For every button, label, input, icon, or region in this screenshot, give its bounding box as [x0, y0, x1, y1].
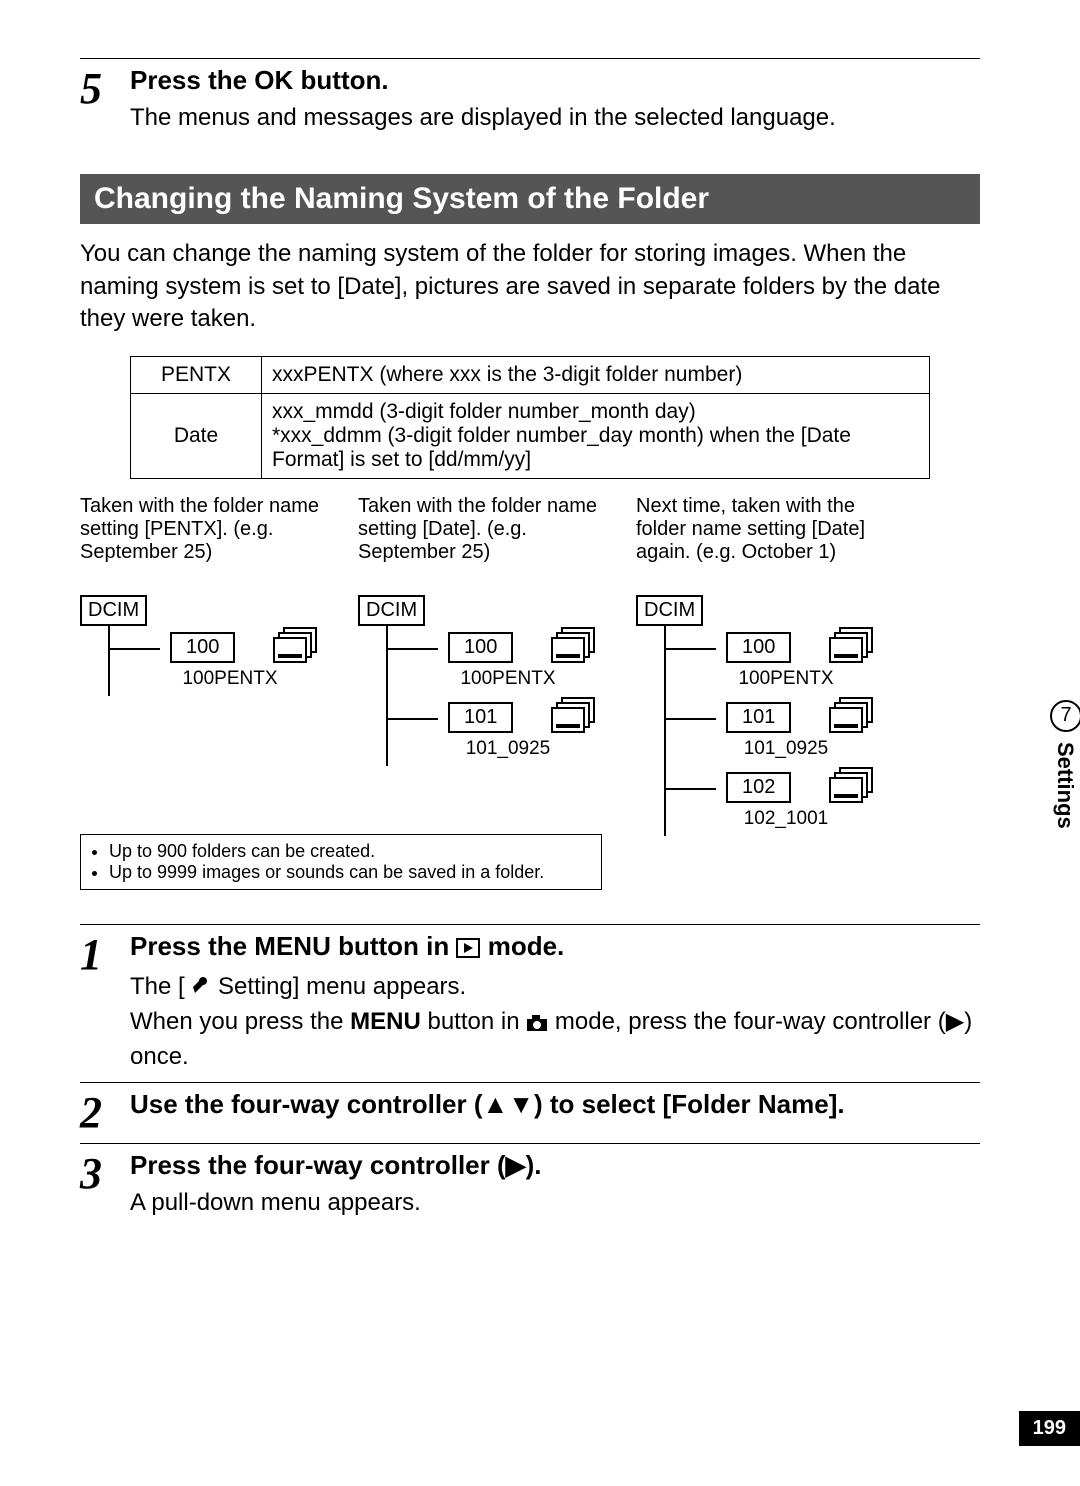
diagram-caption: Taken with the folder name setting [Date… — [358, 495, 618, 585]
step-1-desc: The [ Setting] menu appears. When you pr… — [130, 971, 980, 1074]
image-stack-icon — [548, 696, 598, 738]
step-number: 3 — [80, 1150, 130, 1196]
image-stack-icon — [826, 696, 876, 738]
diagram-col-1: Taken with the folder name setting [PENT… — [80, 495, 340, 836]
step-3-desc: A pull-down menu appears. — [130, 1187, 980, 1219]
folder-name-label: 100PENTX — [706, 668, 866, 690]
folder-number-box: 101 — [448, 702, 513, 733]
diagram-col-2: Taken with the folder name setting [Date… — [358, 495, 618, 836]
folder-number-box: 102 — [726, 772, 791, 803]
chapter-label: Settings — [1052, 742, 1078, 829]
naming-table: PENTX xxxPENTX (where xxx is the 3-digit… — [130, 356, 930, 479]
image-stack-icon — [548, 626, 598, 668]
folder-row: 102 102_1001 — [666, 766, 896, 836]
folder-row: 100 100PENTX — [110, 626, 340, 696]
dcim-box: DCIM — [358, 595, 425, 626]
diagram-caption: Next time, taken with the folder name se… — [636, 495, 896, 585]
dcim-box: DCIM — [80, 595, 147, 626]
folder-number-box: 101 — [726, 702, 791, 733]
table-cell-key: PENTX — [131, 356, 262, 393]
folder-number-box: 100 — [170, 632, 235, 663]
step-5: 5 Press the OK button. The menus and mes… — [80, 65, 980, 134]
image-stack-icon — [826, 626, 876, 668]
step-number: 1 — [80, 931, 130, 977]
page-number: 199 — [1019, 1411, 1080, 1446]
step-1: 1 Press the MENU button in mode. The [ S… — [80, 931, 980, 1074]
step-5-desc: The menus and messages are displayed in … — [130, 102, 980, 134]
side-tab: 7 Settings — [1050, 700, 1080, 829]
step-number: 2 — [80, 1089, 130, 1135]
image-stack-icon — [270, 626, 320, 668]
folder-name-label: 101_0925 — [706, 738, 866, 760]
section-heading: Changing the Naming System of the Folder — [80, 174, 980, 224]
table-cell-key: Date — [131, 393, 262, 478]
wrench-icon — [191, 974, 211, 1006]
step-1-title: Press the MENU button in mode. — [130, 931, 980, 965]
step-2: 2 Use the four-way controller (▲▼) to se… — [80, 1089, 980, 1135]
folder-name-label: 100PENTX — [428, 668, 588, 690]
note-item: Up to 9999 images or sounds can be saved… — [109, 862, 591, 883]
diagram-col-3: Next time, taken with the folder name se… — [636, 495, 896, 836]
dcim-box: DCIM — [636, 595, 703, 626]
image-stack-icon — [826, 766, 876, 808]
step-number: 5 — [80, 65, 130, 111]
step-3-title: Press the four-way controller (▶). — [130, 1150, 980, 1181]
intro-paragraph: You can change the naming system of the … — [80, 238, 980, 335]
folder-name-label: 102_1001 — [706, 808, 866, 830]
folder-name-label: 101_0925 — [428, 738, 588, 760]
folder-row: 100 100PENTX — [666, 626, 896, 696]
step-3: 3 Press the four-way controller (▶). A p… — [80, 1150, 980, 1219]
folder-row: 101 101_0925 — [388, 696, 618, 766]
table-cell-value: xxxPENTX (where xxx is the 3-digit folde… — [262, 356, 930, 393]
folder-row: 101 101_0925 — [666, 696, 896, 766]
folder-number-box: 100 — [726, 632, 791, 663]
note-item: Up to 900 folders can be created. — [109, 841, 591, 862]
folder-name-label: 100PENTX — [150, 668, 310, 690]
camera-mode-icon — [526, 1009, 548, 1041]
step-5-title: Press the OK button. — [130, 65, 980, 96]
table-cell-value: xxx_mmdd (3-digit folder number_month da… — [262, 393, 930, 478]
chapter-number: 7 — [1050, 700, 1080, 732]
step-2-title: Use the four-way controller (▲▼) to sele… — [130, 1089, 980, 1120]
folder-row: 100 100PENTX — [388, 626, 618, 696]
notes-box: Up to 900 folders can be created. Up to … — [80, 834, 602, 890]
table-row: PENTX xxxPENTX (where xxx is the 3-digit… — [131, 356, 930, 393]
table-row: Date xxx_mmdd (3-digit folder number_mon… — [131, 393, 930, 478]
folder-diagrams: Taken with the folder name setting [PENT… — [80, 495, 980, 836]
playback-mode-icon — [456, 934, 480, 965]
folder-number-box: 100 — [448, 632, 513, 663]
diagram-caption: Taken with the folder name setting [PENT… — [80, 495, 340, 585]
